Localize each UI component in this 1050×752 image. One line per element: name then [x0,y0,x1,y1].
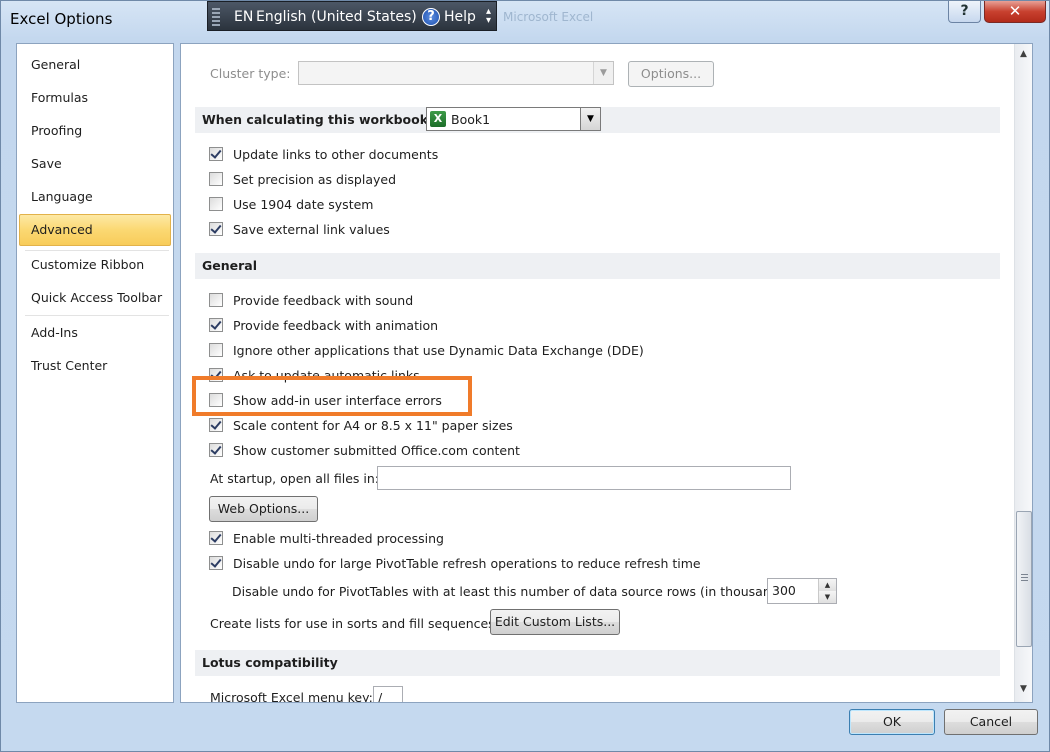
checkbox-label[interactable]: Update links to other documents [233,147,438,162]
checkbox-label[interactable]: Provide feedback with animation [233,318,438,333]
background-window-title: Microsoft Excel [503,10,594,24]
sidebar-item-save[interactable]: Save [19,148,171,180]
language-code[interactable]: EN [234,9,253,25]
undo-rows-spinner[interactable]: 300 ▲ ▼ [767,578,837,604]
spinner-buttons[interactable]: ▲ ▼ [818,579,836,603]
sidebar-item-quick-access-toolbar[interactable]: Quick Access Toolbar [19,282,171,314]
sidebar-item-add-ins[interactable]: Add-Ins [19,317,171,349]
startup-folder-input[interactable] [377,466,791,490]
checkbox-label[interactable]: Use 1904 date system [233,197,373,212]
scroll-down-icon[interactable]: ▼ [1015,681,1032,698]
language-bar-help[interactable]: Help [444,9,476,25]
menu-key-input[interactable]: / [373,686,403,702]
checkbox-scale-content[interactable] [209,418,223,432]
undo-rows-value[interactable]: 300 [772,583,796,598]
section-header-general: General [195,253,1000,279]
language-bar-options-icon[interactable]: ▴ ▾ [486,7,491,26]
chevron-down-icon[interactable]: ▼ [580,108,600,130]
menu-key-value[interactable]: / [378,690,382,702]
scroll-up-icon[interactable]: ▲ [1015,46,1032,63]
title-bar[interactable]: Excel Options EN English (United States)… [1,1,1049,37]
sidebar-item-general[interactable]: General [19,49,171,81]
excel-options-dialog: Excel Options EN English (United States)… [0,0,1050,752]
sidebar-item-formulas[interactable]: Formulas [19,82,171,114]
window-help-button[interactable]: ? [948,1,981,23]
workbook-select[interactable]: X Book1 ▼ [426,107,601,131]
custom-lists-label: Create lists for use in sorts and fill s… [210,616,499,631]
help-icon[interactable]: ? [422,8,440,26]
cluster-options-button[interactable]: Options... [628,61,714,87]
checkbox-show-addin-ui-errors[interactable] [209,393,223,407]
sidebar-item-customize-ribbon[interactable]: Customize Ribbon [19,249,171,281]
grip-icon [1021,574,1028,582]
checkbox-label[interactable]: Ignore other applications that use Dynam… [233,343,644,358]
language-bar[interactable]: EN English (United States) ? Help ▴ ▾ [207,1,497,31]
web-options-button[interactable]: Web Options... [209,496,318,522]
ok-button[interactable]: OK [849,709,935,735]
undo-rows-label: Disable undo for PivotTables with at lea… [232,584,795,599]
grip-icon[interactable] [212,8,220,26]
language-name[interactable]: English (United States) [256,9,417,25]
cluster-type-label: Cluster type: [210,66,291,81]
checkbox-label[interactable]: Disable undo for large PivotTable refres… [233,556,701,571]
menu-key-label: Microsoft Excel menu key: [210,690,373,703]
section-header-lotus: Lotus compatibility [195,650,1000,676]
cluster-type-select[interactable]: ▼ [298,61,614,85]
checkbox-label[interactable]: Save external link values [233,222,390,237]
checkbox-1904-date-system[interactable] [209,197,223,211]
options-sidebar: General Formulas Proofing Save Language … [16,43,174,703]
edit-custom-lists-button[interactable]: Edit Custom Lists... [490,609,620,635]
checkbox-feedback-sound[interactable] [209,293,223,307]
excel-workbook-icon: X [430,111,446,127]
checkbox-feedback-animation[interactable] [209,318,223,332]
spin-up-icon[interactable]: ▲ [818,579,836,591]
scroll-thumb[interactable] [1016,511,1032,647]
checkbox-label[interactable]: Enable multi-threaded processing [233,531,444,546]
checkbox-set-precision[interactable] [209,172,223,186]
checkbox-show-customer-content[interactable] [209,443,223,457]
dialog-footer: OK Cancel [1,703,1049,751]
checkbox-label[interactable]: Scale content for A4 or 8.5 x 11" paper … [233,418,513,433]
window-close-button[interactable]: ✕ [984,1,1046,23]
checkbox-label[interactable]: Set precision as displayed [233,172,396,187]
checkbox-label[interactable]: Ask to update automatic links [233,368,420,383]
sidebar-item-advanced[interactable]: Advanced [19,214,171,246]
sidebar-item-trust-center[interactable]: Trust Center [19,350,171,382]
chevron-down-icon[interactable]: ▼ [593,62,613,84]
checkbox-ignore-dde[interactable] [209,343,223,357]
sidebar-item-proofing[interactable]: Proofing [19,115,171,147]
window-title: Excel Options [10,10,113,28]
startup-folder-label: At startup, open all files in: [210,471,380,486]
checkbox-multithreaded[interactable] [209,531,223,545]
cancel-button[interactable]: Cancel [944,709,1038,735]
sidebar-item-language[interactable]: Language [19,181,171,213]
checkbox-ask-update-links[interactable] [209,368,223,382]
workbook-select-value: Book1 [451,112,491,127]
spin-down-icon[interactable]: ▼ [818,591,836,603]
checkbox-save-external-link-values[interactable] [209,222,223,236]
checkbox-disable-undo-pivot[interactable] [209,556,223,570]
checkbox-label[interactable]: Show customer submitted Office.com conte… [233,443,520,458]
content-scrollbar[interactable]: ▲ ▼ [1014,44,1032,702]
checkbox-update-links[interactable] [209,147,223,161]
advanced-options-panel[interactable]: Cluster type: ▼ Options... When calculat… [180,43,1033,703]
sidebar-divider [25,315,169,316]
checkbox-label[interactable]: Provide feedback with sound [233,293,413,308]
checkbox-label[interactable]: Show add-in user interface errors [233,393,442,408]
